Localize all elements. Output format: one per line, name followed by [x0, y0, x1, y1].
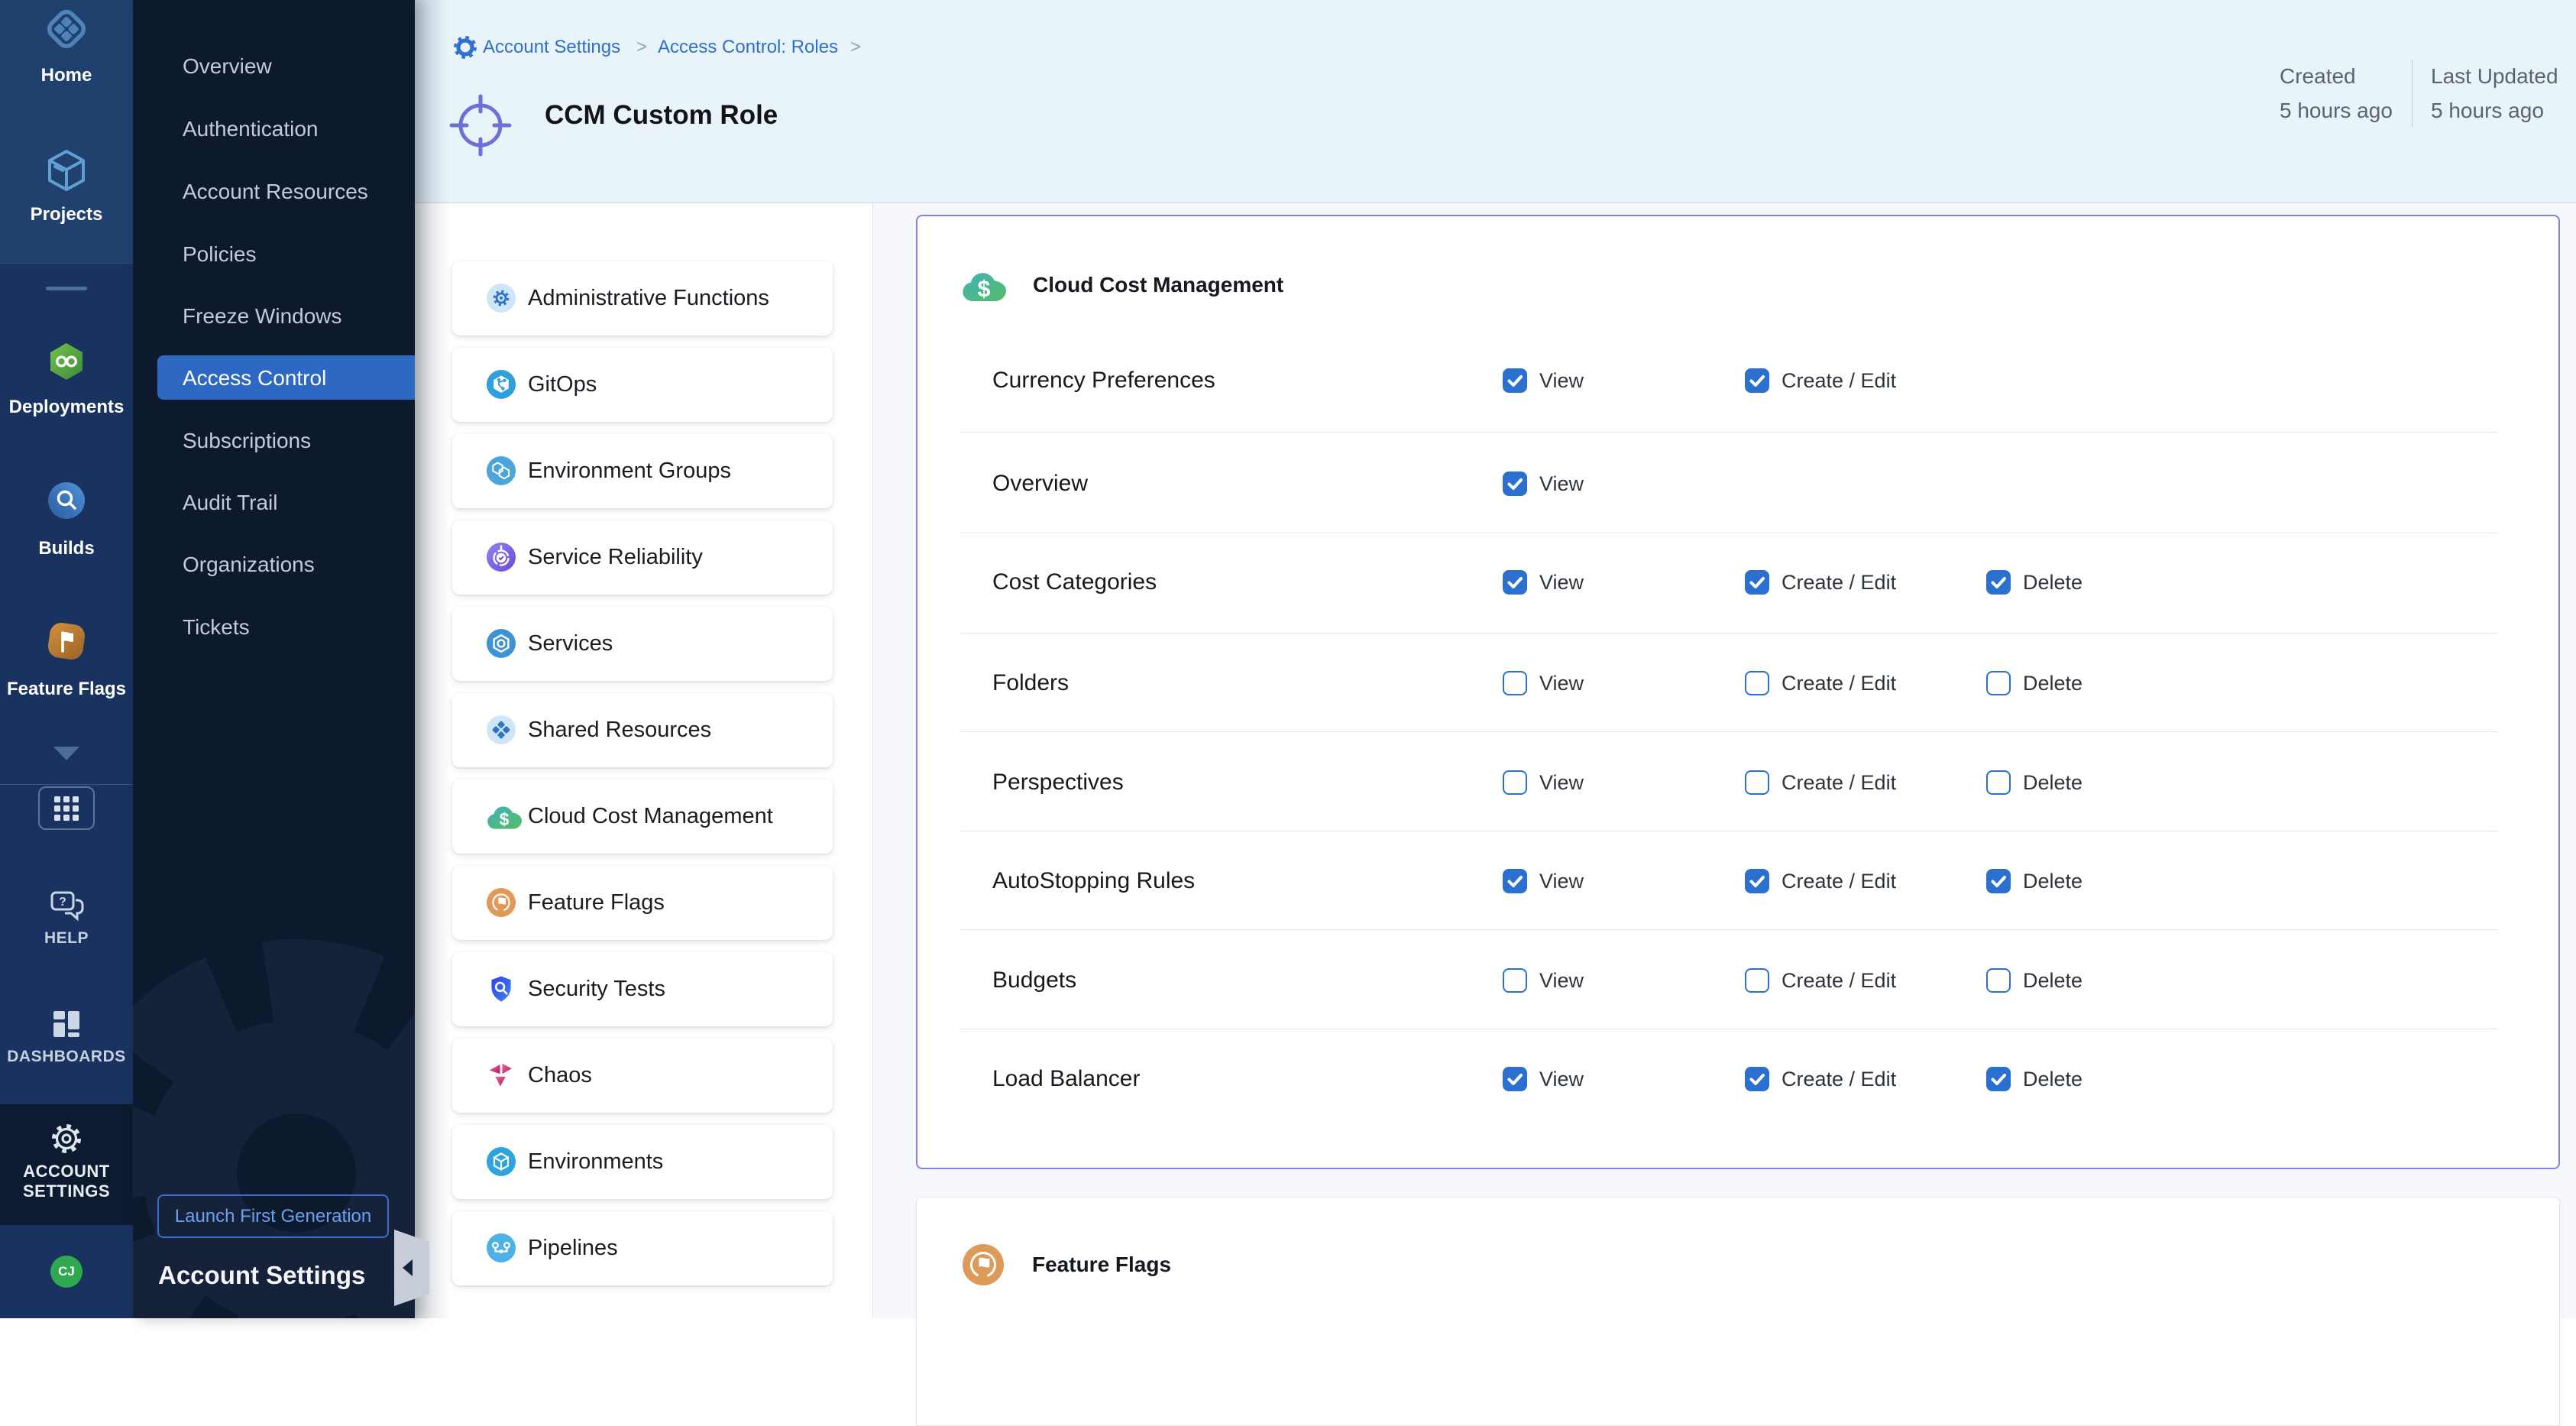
- svg-text:$: $: [978, 276, 991, 302]
- svg-text:$: $: [500, 809, 510, 829]
- svg-text:?: ?: [59, 896, 66, 909]
